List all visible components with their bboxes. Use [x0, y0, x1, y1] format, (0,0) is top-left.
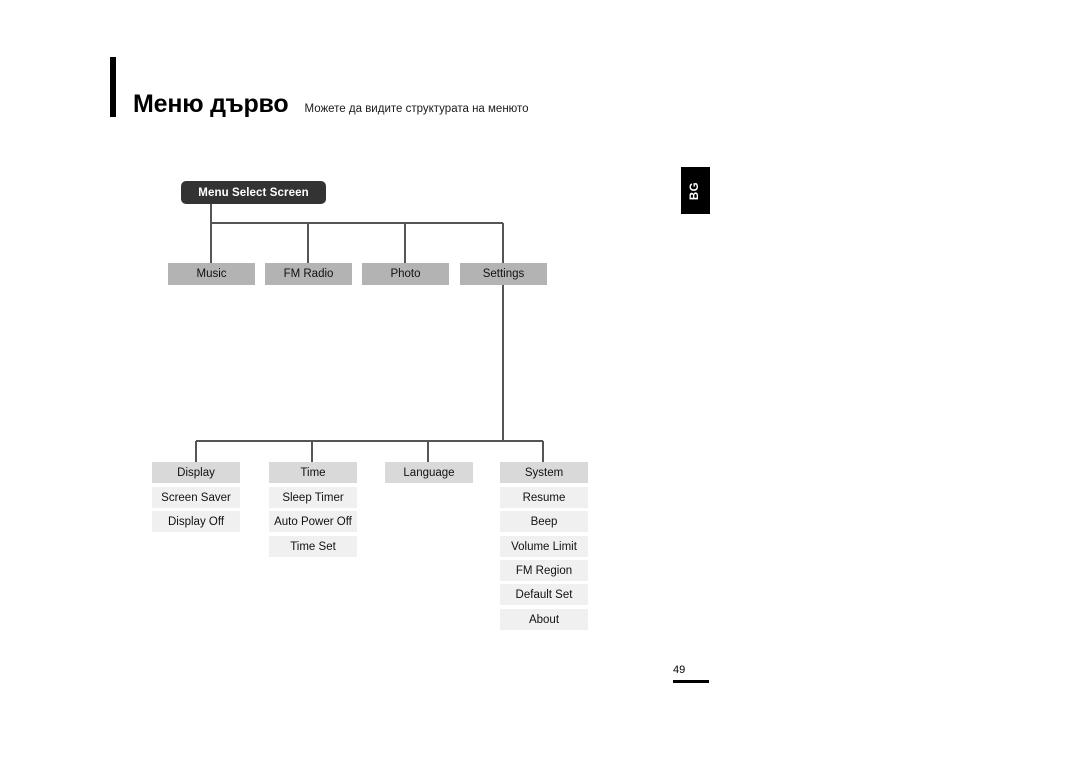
page-number: 49 — [673, 664, 686, 676]
tree-node-label: About — [528, 613, 560, 626]
tree-group-header-display[interactable]: Display — [152, 462, 240, 483]
tree-node-label: Screen Saver — [161, 491, 231, 504]
tree-connector-lines — [195, 204, 544, 462]
tree-node-label: Time — [300, 466, 326, 479]
tree-node-label: Resume — [522, 491, 566, 504]
tree-item-auto-power-off[interactable]: Auto Power Off — [269, 511, 357, 532]
tree-item-resume[interactable]: Resume — [500, 487, 588, 508]
tree-node-label: Beep — [530, 515, 558, 528]
tree-node-label: Menu Select Screen — [198, 186, 309, 199]
tree-item-time-set[interactable]: Time Set — [269, 536, 357, 557]
tree-node-label: Language — [403, 466, 455, 479]
tree-node-label: Settings — [482, 268, 525, 280]
tree-node-label: System — [524, 466, 564, 479]
tree-node-music[interactable]: Music — [168, 263, 255, 285]
tree-node-settings[interactable]: Settings — [460, 263, 547, 285]
tree-item-volume-limit[interactable]: Volume Limit — [500, 536, 588, 557]
tree-item-sleep-timer[interactable]: Sleep Timer — [269, 487, 357, 508]
tree-node-menu-select-screen[interactable]: Menu Select Screen — [181, 181, 326, 204]
tree-node-label: Display Off — [167, 515, 225, 528]
tree-node-fm-radio[interactable]: FM Radio — [265, 263, 352, 285]
tree-item-about[interactable]: About — [500, 609, 588, 630]
tree-node-label: Auto Power Off — [274, 515, 352, 528]
page-footer: 49 — [673, 663, 733, 683]
tree-item-beep[interactable]: Beep — [500, 511, 588, 532]
tree-group-header-system[interactable]: System — [500, 462, 588, 483]
tree-node-label: FM Region — [515, 564, 573, 577]
menu-tree-diagram: Menu Select Screen Music FM Radio Photo … — [0, 0, 1080, 763]
tree-node-label: Default Set — [515, 588, 573, 601]
tree-item-fm-region[interactable]: FM Region — [500, 560, 588, 581]
tree-item-default-set[interactable]: Default Set — [500, 584, 588, 605]
tree-node-label: Photo — [390, 268, 421, 280]
tree-node-label: FM Radio — [283, 268, 334, 280]
tree-node-label: Time Set — [290, 540, 336, 553]
tree-node-label: Sleep Timer — [282, 491, 344, 504]
tree-item-screen-saver[interactable]: Screen Saver — [152, 487, 240, 508]
tree-group-header-time[interactable]: Time — [269, 462, 357, 483]
tree-node-photo[interactable]: Photo — [362, 263, 449, 285]
tree-node-label: Volume Limit — [511, 540, 577, 553]
tree-node-label: Display — [177, 466, 215, 479]
tree-node-label: Music — [196, 268, 227, 280]
tree-group-header-language[interactable]: Language — [385, 462, 473, 483]
page-number-rule — [673, 680, 709, 683]
tree-item-display-off[interactable]: Display Off — [152, 511, 240, 532]
